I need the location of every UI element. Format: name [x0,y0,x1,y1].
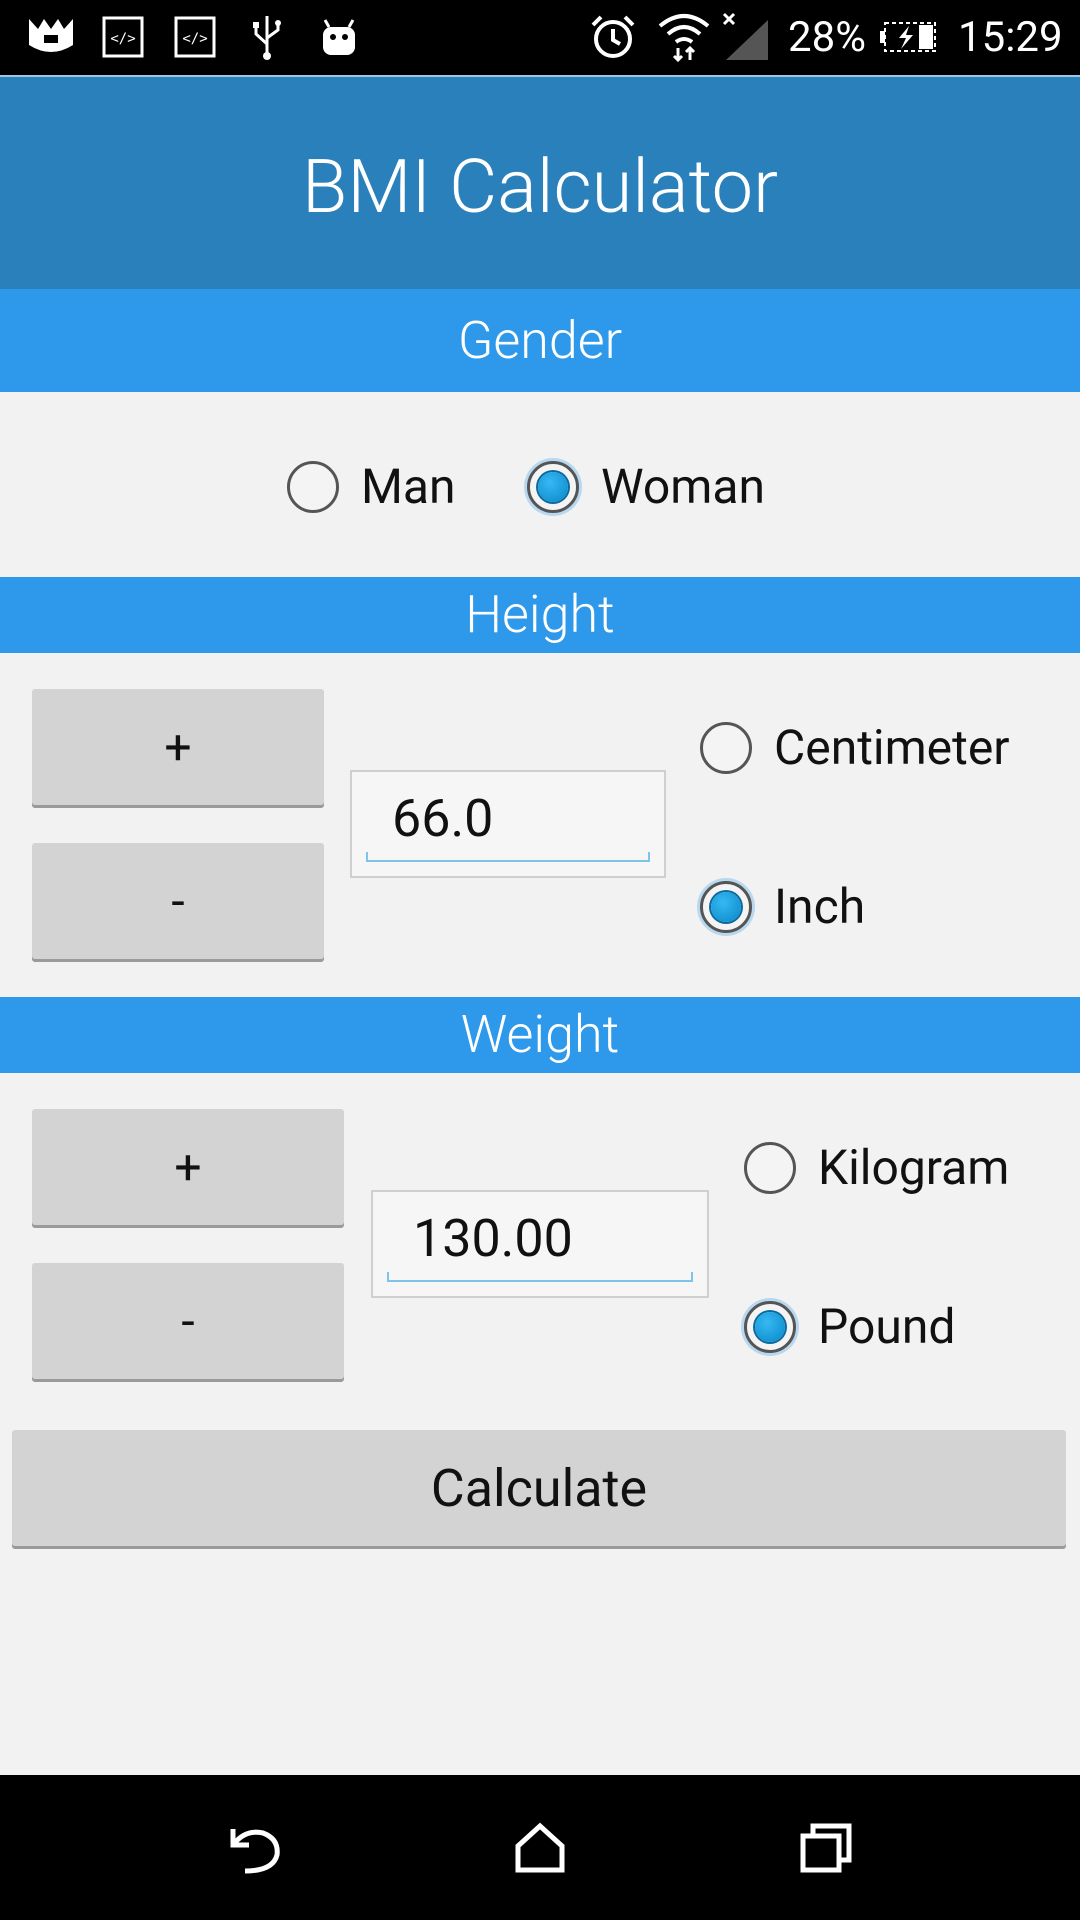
code-icon: </> [100,14,146,60]
battery-percent: 28% [788,13,866,62]
radio-button-checked-icon[interactable] [744,1300,796,1353]
height-increase-button[interactable]: + [32,689,324,805]
battery-charging-icon [878,14,938,60]
weight-increase-button[interactable]: + [32,1109,344,1225]
back-icon[interactable] [218,1813,288,1883]
radio-label: Centimeter [774,719,1010,776]
code-icon: </> [172,14,218,60]
radio-button-icon[interactable] [700,721,752,774]
weight-decrease-button[interactable]: - [32,1263,344,1379]
radio-button-icon[interactable] [287,460,339,513]
android-icon [316,14,362,60]
clock: 15:29 [958,13,1063,62]
calculate-button[interactable]: Calculate [12,1430,1066,1546]
svg-text:</>: </> [110,31,135,47]
alarm-icon [588,14,638,60]
weight-unit-pound[interactable]: Pound [744,1298,955,1355]
signal-icon [722,12,772,60]
gender-radio-woman[interactable]: Woman [527,458,765,515]
radio-label: Inch [774,878,866,935]
height-input[interactable]: 66.0 [350,770,666,878]
radio-label: Man [361,458,456,515]
app-title: BMI Calculator [301,144,779,231]
status-bar: </> </> 28% 15:29 [0,0,1080,75]
radio-label: Kilogram [818,1139,1010,1196]
gender-radio-man[interactable]: Man [287,458,456,515]
height-header: Height [0,577,1080,653]
weight-header: Weight [0,997,1080,1073]
radio-button-checked-icon[interactable] [700,880,752,933]
radio-button-checked-icon[interactable] [527,460,579,513]
input-underline [387,1272,693,1282]
height-unit-inch[interactable]: Inch [700,878,865,935]
radio-label: Woman [601,458,765,515]
height-unit-centimeter[interactable]: Centimeter [700,719,1010,776]
home-icon[interactable] [505,1813,575,1883]
usb-icon [244,14,290,60]
radio-label: Pound [818,1298,956,1355]
app-bar: BMI Calculator [0,75,1080,289]
recent-apps-icon[interactable] [792,1813,862,1883]
input-underline [366,852,650,862]
radio-button-icon[interactable] [744,1141,796,1194]
height-value[interactable]: 66.0 [392,788,493,849]
navigation-bar [0,1775,1080,1920]
weight-input[interactable]: 130.00 [371,1190,709,1298]
weight-value[interactable]: 130.00 [413,1208,573,1269]
height-decrease-button[interactable]: - [32,843,324,959]
wifi-icon [656,14,712,62]
weight-unit-kilogram[interactable]: Kilogram [744,1139,1009,1196]
gender-header: Gender [0,289,1080,392]
svg-text:</>: </> [182,31,207,47]
crown-app-icon [24,14,78,60]
